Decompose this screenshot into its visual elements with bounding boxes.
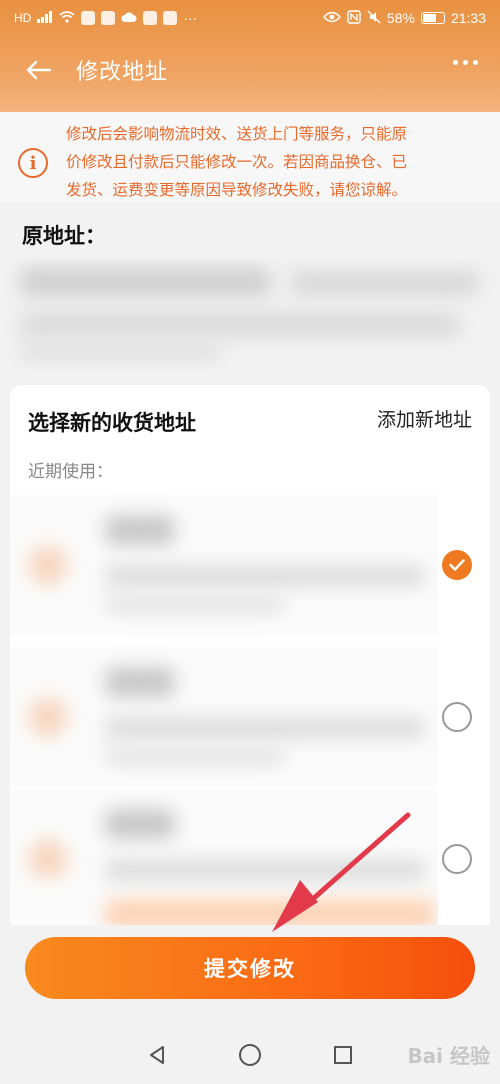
hd-icon: HD [14,11,32,25]
back-arrow-icon [26,60,51,80]
app-icon [143,11,158,25]
cloud-icon [121,10,137,26]
notice-line: 修改后会影响物流时效、送货上门等服务，只能原 [66,125,408,143]
square-recents-icon [334,1045,353,1064]
card-title: 选择新的收货地址 [28,411,196,435]
address-blurred-content [10,647,438,787]
notice-line: 发货、运费变更等原因导致修改失败，请您谅解。 [66,181,408,199]
recent-used-label: 近期使用： [28,462,113,482]
system-back-button[interactable] [142,1040,172,1070]
mute-icon [367,10,381,27]
info-icon: i [18,148,48,178]
address-option[interactable] [10,495,490,635]
navigation-bar: 修改地址 [0,40,500,100]
address-option[interactable] [10,647,490,787]
app-icon [163,11,178,25]
circle-home-icon [238,1043,261,1066]
address-radio[interactable] [442,844,472,874]
new-address-card: 选择新的收货地址 添加新地址 近期使用： [10,385,490,945]
battery-icon [420,12,445,24]
watermark: Bai 经验 [407,1044,490,1068]
wifi-icon [59,10,75,26]
status-icons-right: 58% 21:33 [322,9,486,27]
dot-icon [473,60,478,65]
page-title: 修改地址 [76,60,169,85]
address-radio[interactable] [442,550,472,580]
triangle-back-icon [149,1045,164,1064]
add-new-address-link[interactable]: 添加新地址 [377,405,472,432]
status-icons-left: HD ··· [14,10,197,26]
back-button[interactable] [22,54,54,86]
check-icon [449,559,465,571]
notice-line: 价修改且付款后只能修改一次。若因商品换仓、已 [66,153,408,171]
nfc-icon [347,9,361,27]
dot-icon [453,60,458,65]
signal-icon [37,10,53,26]
notice-banner: i 修改后会影响物流时效、送货上门等服务，只能原 价修改且付款后只能修改一次。若… [0,112,500,202]
clock: 21:33 [450,10,486,26]
address-radio[interactable] [442,702,472,732]
system-home-button[interactable] [235,1040,265,1070]
address-blurred-content [10,495,438,635]
battery-percent: 58% [386,10,415,26]
submit-button[interactable]: 提交修改 [25,937,475,999]
overflow-icon: ··· [183,10,198,26]
system-recents-button[interactable] [328,1040,358,1070]
address-blurred-content [10,789,438,929]
eye-icon [322,10,341,26]
app-icon [101,11,116,25]
original-address-blurred [0,258,500,370]
app-icon [81,11,96,25]
status-bar: HD ··· 58% 21:33 [0,0,500,36]
original-address-label: 原地址： [22,224,106,248]
address-option[interactable] [10,789,490,929]
notice-text: 修改后会影响物流时效、送货上门等服务，只能原 价修改且付款后只能修改一次。若因商… [66,120,407,202]
more-menu-button[interactable] [453,60,478,65]
dot-icon [463,60,468,65]
